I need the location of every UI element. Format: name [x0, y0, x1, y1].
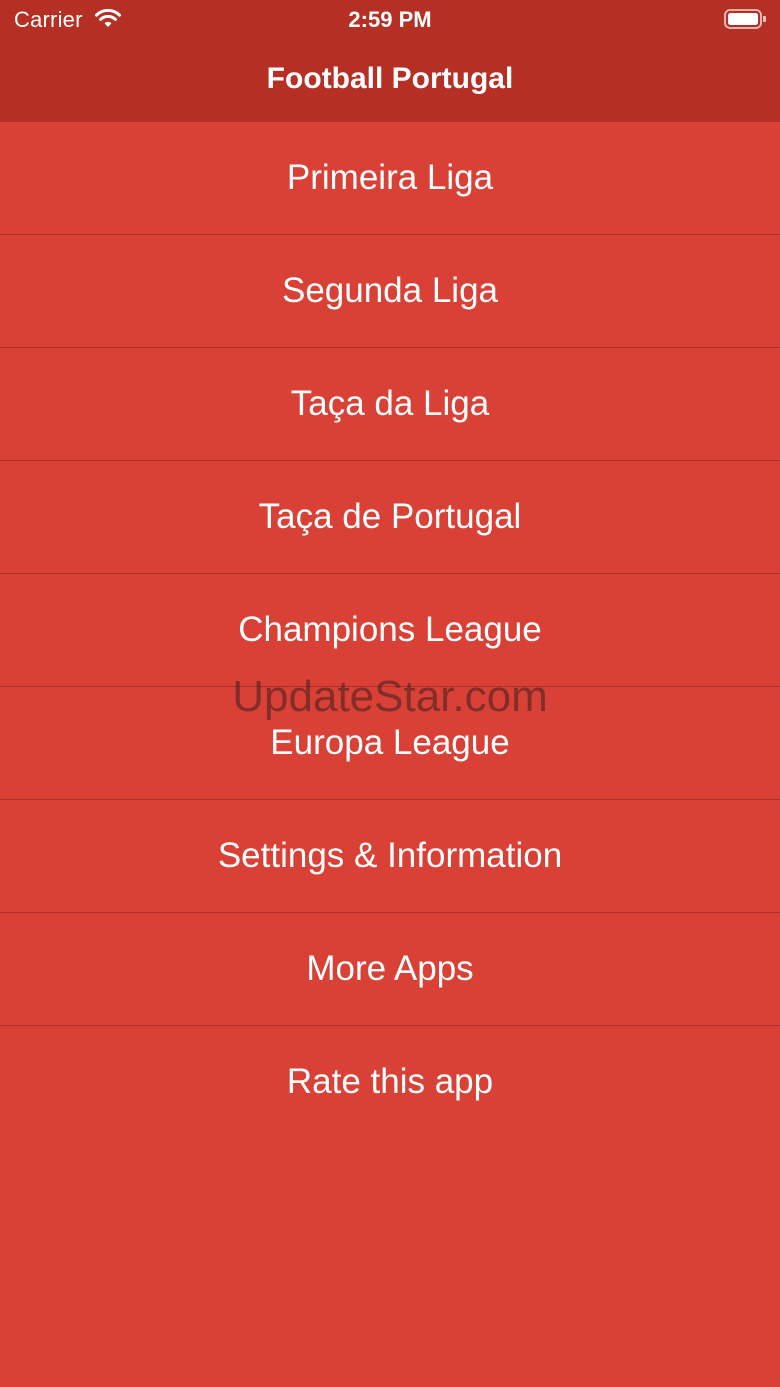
- menu-item-taca-de-portugal[interactable]: Taça de Portugal: [0, 461, 780, 574]
- main-menu: Primeira Liga Segunda Liga Taça da Liga …: [0, 122, 780, 1138]
- menu-item-label: Primeira Liga: [286, 158, 494, 197]
- menu-item-rate-this-app[interactable]: Rate this app: [0, 1026, 780, 1138]
- menu-item-label: Rate this app: [286, 1062, 494, 1101]
- menu-item-label: Taça de Portugal: [258, 497, 522, 536]
- menu-item-primeira-liga[interactable]: Primeira Liga: [0, 122, 780, 235]
- battery-icon: [724, 9, 766, 29]
- menu-item-more-apps[interactable]: More Apps: [0, 913, 780, 1026]
- status-time: 2:59 PM: [348, 7, 432, 32]
- page-title: Football Portugal: [266, 62, 514, 95]
- menu-item-europa-league[interactable]: Europa League: [0, 687, 780, 800]
- menu-item-segunda-liga[interactable]: Segunda Liga: [0, 235, 780, 348]
- menu-item-label: Europa League: [270, 723, 510, 762]
- menu-item-settings-information[interactable]: Settings & Information: [0, 800, 780, 913]
- menu-item-label: Champions League: [238, 610, 542, 649]
- menu-item-champions-league[interactable]: Champions League: [0, 574, 780, 687]
- menu-item-label: More Apps: [306, 949, 474, 988]
- menu-item-label: Segunda Liga: [281, 271, 499, 310]
- menu-item-taca-da-liga[interactable]: Taça da Liga: [0, 348, 780, 461]
- menu-item-label: Taça da Liga: [290, 384, 490, 423]
- status-bar: Carrier 2:59 PM: [0, 0, 780, 40]
- menu-item-label: Settings & Information: [217, 836, 563, 875]
- navigation-bar: Football Portugal: [0, 40, 780, 122]
